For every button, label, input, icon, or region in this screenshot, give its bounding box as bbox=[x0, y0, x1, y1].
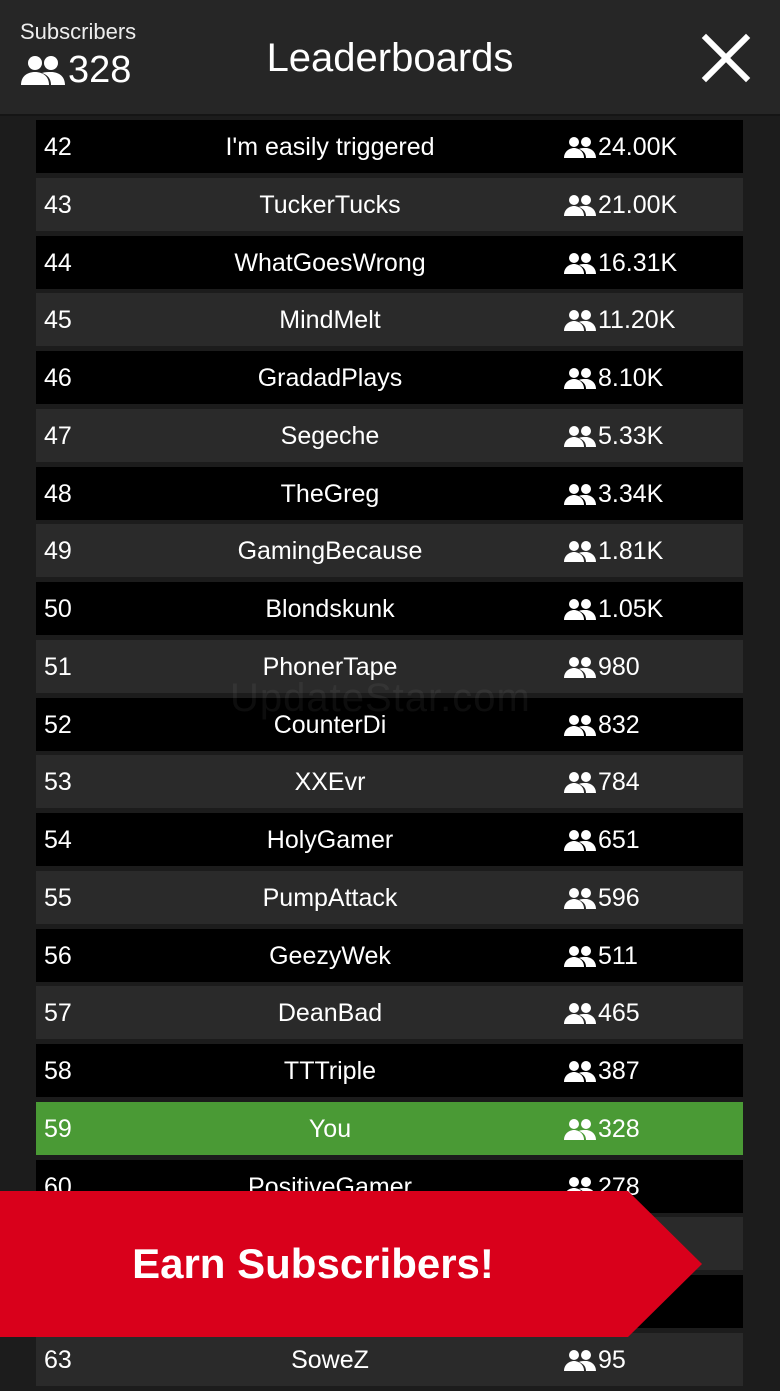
people-icon bbox=[564, 368, 596, 389]
player-name: TheGreg bbox=[280, 479, 380, 508]
player-name: You bbox=[308, 1114, 352, 1143]
subscriber-value: 16.31K bbox=[564, 248, 677, 278]
page-title: Leaderboards bbox=[266, 36, 514, 80]
subscriber-value: 1.05K bbox=[564, 594, 663, 624]
subscriber-value: 651 bbox=[564, 825, 640, 855]
player-name: GamingBecause bbox=[237, 537, 423, 566]
player-name: PumpAttack bbox=[262, 883, 398, 912]
subscriber-count-text: 596 bbox=[598, 883, 640, 912]
subscriber-value: 596 bbox=[564, 883, 640, 913]
people-icon bbox=[564, 1118, 596, 1140]
leaderboard-row-you[interactable]: 59 You 328 bbox=[36, 1101, 743, 1155]
player-name: HolyGamer bbox=[266, 826, 394, 854]
subscriber-value: 21.00K bbox=[564, 190, 677, 220]
leaderboard-row[interactable]: 42 I'm easily triggered 24.00K bbox=[36, 120, 743, 173]
leaderboard-row[interactable]: 53 XXEvr 784 bbox=[36, 755, 743, 809]
player-name: SoweZ bbox=[291, 1345, 369, 1374]
subscriber-value: 328 bbox=[564, 1114, 640, 1144]
leaderboard-row[interactable]: 63 SoweZ 95 bbox=[36, 1332, 743, 1386]
subscriber-count-text: 651 bbox=[598, 826, 640, 854]
leaderboard-row[interactable]: 50 Blondskunk 1.05K bbox=[36, 582, 743, 635]
subscriber-count-text: 511 bbox=[598, 941, 638, 970]
player-name: GradadPlays bbox=[257, 364, 403, 392]
leaderboard-row[interactable]: 55 PumpAttack 596 bbox=[36, 870, 743, 924]
people-icon bbox=[564, 772, 596, 794]
subscriber-count-text: 784 bbox=[598, 768, 640, 797]
player-name: TuckerTucks bbox=[259, 190, 401, 219]
leaderboard-row[interactable]: 48 TheGreg 3.34K bbox=[36, 466, 743, 520]
subscriber-count-text: 1.81K bbox=[598, 537, 664, 566]
subscriber-value: 95 bbox=[564, 1345, 626, 1375]
leaderboard-row[interactable]: 47 Segeche 5.33K bbox=[36, 408, 743, 462]
people-icon bbox=[564, 310, 596, 332]
player-name: Segeche bbox=[280, 421, 380, 450]
subscriber-value: 8.10K bbox=[564, 363, 663, 393]
subscriber-count-text: 465 bbox=[598, 999, 640, 1028]
player-name: GeezyWek bbox=[269, 941, 391, 970]
player-name: DeanBad bbox=[277, 999, 383, 1028]
subscriber-count-text: 387 bbox=[598, 1057, 640, 1085]
people-icon bbox=[564, 945, 596, 967]
watermark: UpdateStar.com bbox=[230, 676, 531, 720]
subscriber-count-text: 5.33K bbox=[598, 421, 664, 450]
leaderboard-row[interactable]: 58 TTTriple 387 bbox=[36, 1044, 743, 1097]
people-icon bbox=[564, 599, 596, 620]
subscriber-count-text: 8.10K bbox=[598, 364, 664, 392]
player-name: MindMelt bbox=[279, 306, 381, 335]
subscriber-count-text: 21.00K bbox=[598, 190, 678, 219]
subscriber-value: 24.00K bbox=[564, 132, 677, 162]
subscriber-count-text: 832 bbox=[598, 710, 640, 739]
leaderboard-row[interactable]: 57 DeanBad 465 bbox=[36, 986, 743, 1040]
subscriber-count-text: 3.34K bbox=[598, 479, 664, 508]
player-name: WhatGoesWrong bbox=[234, 248, 426, 277]
leaderboard-row[interactable]: 44 WhatGoesWrong 16.31K bbox=[36, 235, 743, 289]
people-icon bbox=[564, 1349, 596, 1371]
leaderboard-row[interactable]: 54 HolyGamer 651 bbox=[36, 813, 743, 866]
player-name: Blondskunk bbox=[265, 595, 395, 623]
subscriber-count-text: 328 bbox=[598, 1114, 640, 1143]
people-icon bbox=[564, 541, 596, 563]
leaderboard-row[interactable]: 46 GradadPlays 8.10K bbox=[36, 351, 743, 404]
player-name: TTTriple bbox=[283, 1057, 377, 1085]
close-icon bbox=[701, 33, 751, 83]
subscriber-count-text: 1.05K bbox=[598, 595, 664, 623]
leaderboard-row[interactable]: 43 TuckerTucks 21.00K bbox=[36, 177, 743, 231]
people-icon bbox=[564, 1061, 596, 1082]
subscriber-value: 465 bbox=[564, 998, 640, 1028]
subscriber-value: 784 bbox=[564, 767, 640, 797]
earn-subscribers-button[interactable]: Earn Subscribers! bbox=[0, 1191, 704, 1337]
people-icon bbox=[564, 1003, 596, 1025]
subscriber-value: 832 bbox=[564, 710, 640, 740]
subscriber-count-text: 95 bbox=[598, 1345, 626, 1374]
close-button[interactable] bbox=[698, 30, 754, 86]
leaderboard-row[interactable]: 56 GeezyWek 511 bbox=[36, 928, 743, 982]
people-icon bbox=[564, 887, 596, 909]
people-icon bbox=[564, 252, 596, 274]
player-name: XXEvr bbox=[294, 768, 366, 797]
people-icon bbox=[564, 830, 596, 851]
people-icon bbox=[564, 483, 596, 505]
player-name: I'm easily triggered bbox=[225, 133, 435, 161]
header-bar: Subscribers 328 Leaderboards bbox=[0, 0, 780, 116]
subscriber-count-text: 11.20K bbox=[598, 306, 676, 335]
leaderboard-row[interactable]: 49 GamingBecause 1.81K bbox=[36, 524, 743, 578]
subscriber-count-text: 24.00K bbox=[598, 133, 678, 161]
subscriber-value: 5.33K bbox=[564, 421, 663, 451]
subscriber-value: 11.20K bbox=[564, 305, 675, 335]
people-icon bbox=[564, 425, 596, 447]
subscriber-count-text: 980 bbox=[598, 652, 640, 681]
subscriber-value: 980 bbox=[564, 652, 640, 682]
subscriber-value: 3.34K bbox=[564, 479, 663, 509]
leaderboard-row[interactable]: 45 MindMelt 11.20K bbox=[36, 293, 743, 347]
subscriber-count-text: 16.31K bbox=[598, 248, 678, 277]
people-icon bbox=[564, 194, 596, 216]
subscriber-value: 387 bbox=[564, 1056, 640, 1086]
subscriber-value: 1.81K bbox=[564, 536, 663, 566]
earn-subscribers-label: Earn Subscribers! bbox=[132, 1240, 494, 1287]
people-icon bbox=[564, 137, 596, 158]
people-icon bbox=[564, 714, 596, 736]
subscriber-value: 511 bbox=[564, 941, 638, 971]
people-icon bbox=[564, 656, 596, 678]
